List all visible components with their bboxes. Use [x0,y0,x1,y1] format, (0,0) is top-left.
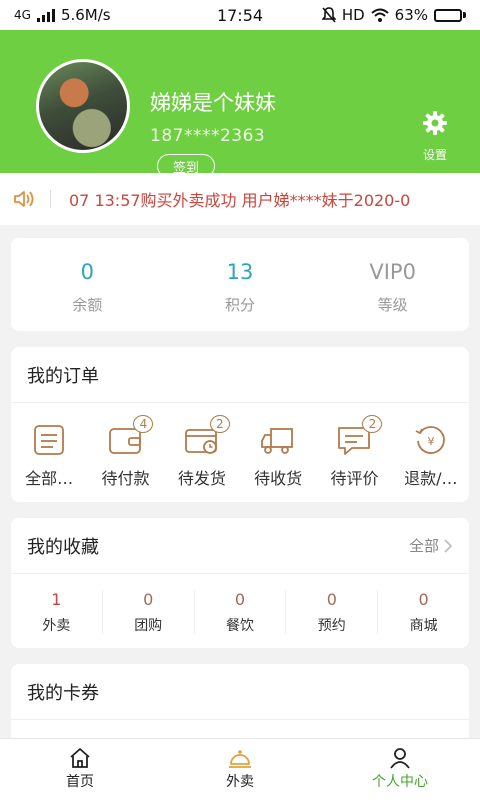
clipboard-icon [34,425,65,455]
battery-percent: 63% [394,6,428,24]
order-pending-review[interactable]: 2 待评价 [316,415,392,489]
fav-count: 0 [326,590,337,609]
my-orders-card: 我的订单 全部… 4 待付款 2 待发货 待收货 2 待评价 ¥ 退款/… [11,347,469,502]
settings-button[interactable]: 设置 [414,110,456,163]
favorites-header: 我的收藏 全部 [11,518,469,574]
order-label: 待评价 [330,469,379,488]
fav-label: 餐饮 [225,618,254,634]
speaker-icon [14,191,34,207]
order-refund[interactable]: ¥ 退款/… [393,423,469,489]
order-pending-payment[interactable]: 4 待付款 [87,415,163,489]
profile-header: 娣娣是个妹妹 187****2363 签到 设置 [0,30,480,178]
status-bar: 4G 5.6M/s 17:54 HD 63% [0,0,480,30]
tab-profile[interactable]: 个人中心 [320,739,480,800]
mute-icon [321,7,336,23]
settings-label: 设置 [422,148,447,162]
fav-label: 团购 [134,618,163,634]
stat-label: 积分 [225,296,256,314]
stat-value: VIP0 [369,260,416,284]
section-title: 我的订单 [27,365,99,387]
avatar[interactable] [36,59,130,153]
tab-label: 首页 [66,774,94,790]
count-badge: 2 [362,415,383,433]
section-title: 我的卡券 [27,682,99,704]
account-stats-card: 0 余额 13 积分 VIP0 等级 [11,238,469,331]
fav-count: 0 [143,590,154,609]
count-badge: 4 [133,415,154,433]
fav-label: 外卖 [42,618,71,634]
user-name: 娣娣是个妹妹 [150,91,276,115]
home-icon [70,748,90,768]
network-speed: 5.6M/s [60,6,111,24]
order-label: 退款/… [404,469,458,488]
svg-text:¥: ¥ [427,435,434,448]
fav-dining[interactable]: 0 餐饮 [195,590,287,634]
clock: 17:54 [216,5,264,25]
wifi-icon [370,8,389,22]
stat-label: 余额 [72,296,103,314]
fav-mall[interactable]: 0 商城 [378,590,469,634]
order-label: 全部… [25,469,74,488]
announcement-bar[interactable]: 07 13:57购买外卖成功 用户娣****妹于2020-0 [0,173,480,225]
count-badge: 2 [209,415,230,433]
stat-value: 13 [226,260,254,284]
tab-takeout[interactable]: 外卖 [160,739,320,800]
order-label: 待付款 [101,469,150,488]
coupons-header: 我的卡券 [11,664,469,720]
stat-balance[interactable]: 0 余额 [11,238,164,331]
gear-icon [423,111,447,135]
tab-home[interactable]: 首页 [0,739,160,800]
fav-count: 0 [234,590,246,609]
battery-icon [434,8,466,22]
fav-takeout[interactable]: 1 外卖 [11,590,103,634]
divider [50,190,51,208]
order-all[interactable]: 全部… [11,423,87,489]
stat-value: 0 [80,260,95,284]
fav-groupbuy[interactable]: 0 团购 [103,590,195,634]
bottom-tab-bar: 首页 外卖 个人中心 [0,738,480,800]
stat-level[interactable]: VIP0 等级 [316,238,469,331]
view-all-link[interactable]: 全部 [409,535,453,556]
fav-label: 商城 [409,618,438,634]
network-type: 4G [14,8,31,22]
fav-label: 预约 [317,618,346,634]
hd-indicator: HD [341,6,365,24]
tab-label: 外卖 [226,774,254,790]
person-icon [390,748,410,769]
tab-label: 个人中心 [372,774,428,790]
announcement-text: 07 13:57购买外卖成功 用户娣****妹于2020-0 [69,191,411,210]
fav-count: 1 [51,590,62,609]
user-phone: 187****2363 [150,126,266,146]
stat-points[interactable]: 13 积分 [164,238,317,331]
chevron-right-icon [444,538,453,553]
truck-icon [261,428,294,454]
signal-icon [36,8,55,22]
fav-reservation[interactable]: 0 预约 [286,590,379,634]
order-label: 待收货 [254,469,303,488]
refund-icon: ¥ [415,426,445,454]
order-pending-receipt[interactable]: 待收货 [240,423,316,489]
order-label: 待发货 [177,469,226,488]
my-favorites-card: 我的收藏 全部 1 外卖 0 团购 0 餐饮 0 预约 0 商城 [11,518,469,648]
order-pending-shipment[interactable]: 2 待发货 [164,415,240,489]
cloche-icon [229,750,251,768]
orders-header: 我的订单 [11,347,469,403]
stat-label: 等级 [377,296,408,314]
fav-count: 0 [418,590,429,609]
section-title: 我的收藏 [27,536,99,558]
view-all-label: 全部 [408,537,439,555]
